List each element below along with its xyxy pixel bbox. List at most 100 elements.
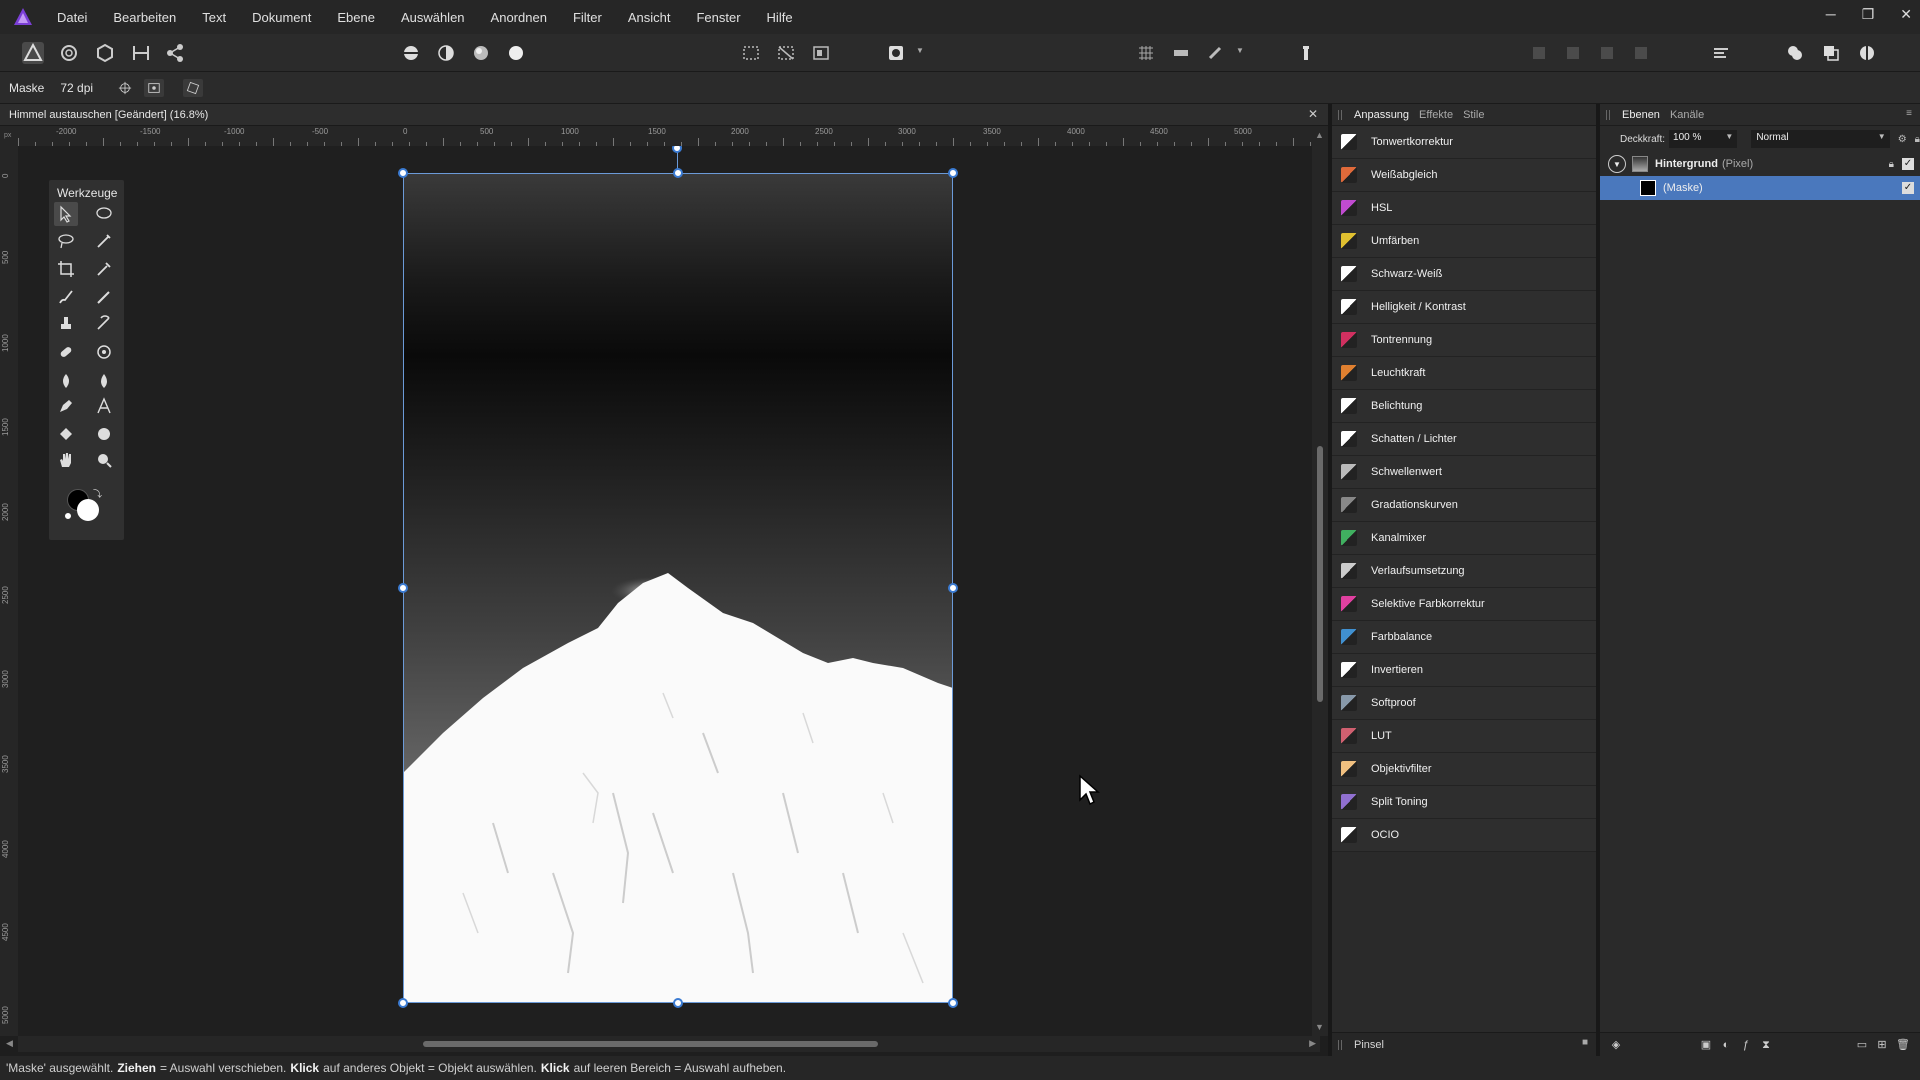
- transform-origin-icon[interactable]: [115, 79, 135, 97]
- blur-brush-tool-icon[interactable]: [92, 369, 116, 393]
- lock-icon[interactable]: 🔒︎: [1915, 134, 1920, 145]
- invert-selection-icon[interactable]: [775, 42, 797, 64]
- boolean-add-icon[interactable]: [1784, 42, 1806, 64]
- hand-tool-icon[interactable]: [54, 448, 78, 472]
- adjustment-item[interactable]: Softproof: [1332, 687, 1596, 720]
- expand-layer-icon[interactable]: ▼: [1608, 155, 1626, 173]
- tab-anpassung[interactable]: Anpassung: [1354, 109, 1409, 121]
- layer-row-selected[interactable]: (Maske) ✓: [1600, 176, 1920, 200]
- resize-handle-right[interactable]: [948, 583, 958, 593]
- auto-colors-icon[interactable]: [470, 42, 492, 64]
- menu-anordnen[interactable]: Anordnen: [491, 10, 547, 25]
- menu-filter[interactable]: Filter: [573, 10, 602, 25]
- arrange-front-icon[interactable]: [1630, 42, 1652, 64]
- resize-handle-bottom-left[interactable]: [398, 998, 408, 1008]
- add-pixel-layer-icon[interactable]: ⊞: [1876, 1039, 1888, 1051]
- resize-handle-bottom-right[interactable]: [948, 998, 958, 1008]
- group-layers-icon[interactable]: ▭: [1856, 1039, 1868, 1051]
- crop-tool-icon[interactable]: [54, 257, 78, 281]
- adjustment-item[interactable]: Gradationskurven: [1332, 489, 1596, 522]
- panel-grip-icon[interactable]: [1606, 110, 1610, 120]
- photo-persona-icon[interactable]: [22, 42, 44, 64]
- mask-layer-icon[interactable]: ▣: [1700, 1039, 1712, 1051]
- horizontal-scroll-thumb[interactable]: [423, 1041, 878, 1047]
- menu-bearbeiten[interactable]: Bearbeiten: [113, 10, 176, 25]
- panel-grip-icon[interactable]: [1338, 1040, 1342, 1050]
- brushes-panel-label[interactable]: Pinsel: [1354, 1039, 1384, 1051]
- quick-mask-dropdown-icon[interactable]: ▼: [916, 46, 924, 55]
- fill-tool-icon[interactable]: [54, 422, 78, 446]
- adjustment-item[interactable]: Schwellenwert: [1332, 456, 1596, 489]
- export-persona-icon[interactable]: [164, 42, 186, 64]
- adjustment-item[interactable]: Weißabgleich: [1332, 159, 1596, 192]
- adjustment-item[interactable]: Invertieren: [1332, 654, 1596, 687]
- adjustment-item[interactable]: Kanalmixer: [1332, 522, 1596, 555]
- delete-layer-icon[interactable]: 🗑︎: [1896, 1039, 1910, 1051]
- menu-text[interactable]: Text: [202, 10, 226, 25]
- auto-contrast-icon[interactable]: [435, 42, 457, 64]
- tab-effekte[interactable]: Effekte: [1419, 109, 1453, 121]
- tab-ebenen[interactable]: Ebenen: [1622, 109, 1660, 121]
- lasso-tool-icon[interactable]: [54, 229, 78, 253]
- opacity-field[interactable]: 100 % ▼: [1669, 130, 1738, 148]
- adjustment-item[interactable]: Schatten / Lichter: [1332, 423, 1596, 456]
- resize-handle-top-left[interactable]: [398, 168, 408, 178]
- secondary-color-swatch[interactable]: [77, 499, 99, 521]
- scroll-right-icon[interactable]: ▶: [1309, 1038, 1316, 1049]
- minimize-icon[interactable]: ─: [1826, 6, 1836, 23]
- adjustment-layer-icon[interactable]: ◐: [1720, 1039, 1732, 1051]
- paint-brush-tool-icon[interactable]: [54, 285, 78, 309]
- text-tool-icon[interactable]: [92, 394, 116, 418]
- marquee-select-icon[interactable]: [740, 42, 762, 64]
- scroll-up-icon[interactable]: ▲: [1315, 130, 1324, 140]
- adjustment-item[interactable]: Selektive Farbkorrektur: [1332, 588, 1596, 621]
- color-swatches[interactable]: ⤵: [63, 487, 109, 527]
- layer-lock-icon[interactable]: 🔒︎: [1889, 159, 1894, 170]
- adjustment-item[interactable]: Helligkeit / Kontrast: [1332, 291, 1596, 324]
- arrange-forward-icon[interactable]: [1596, 42, 1618, 64]
- adjustment-item[interactable]: Tonwertkorrektur: [1332, 126, 1596, 159]
- adjustment-item[interactable]: OCIO: [1332, 819, 1596, 852]
- menu-ebene[interactable]: Ebene: [337, 10, 375, 25]
- snapping-magnet-icon[interactable]: [1204, 42, 1226, 64]
- resize-handle-bottom[interactable]: [673, 998, 683, 1008]
- tone-mapping-persona-icon[interactable]: [130, 42, 152, 64]
- menu-fenster[interactable]: Fenster: [696, 10, 740, 25]
- swap-colors-icon[interactable]: ⤵: [93, 487, 102, 500]
- scroll-left-icon[interactable]: ◀: [6, 1038, 13, 1049]
- menu-ansicht[interactable]: Ansicht: [628, 10, 671, 25]
- close-document-icon[interactable]: ✕: [1308, 107, 1318, 121]
- menu-datei[interactable]: Datei: [57, 10, 87, 25]
- selection-brush-tool-icon[interactable]: [92, 202, 116, 226]
- menu-dokument[interactable]: Dokument: [252, 10, 311, 25]
- pen-tool-icon[interactable]: [54, 394, 78, 418]
- assistant-icon[interactable]: [1295, 42, 1317, 64]
- adjustment-item[interactable]: HSL: [1332, 192, 1596, 225]
- rotate-object-icon[interactable]: [183, 79, 203, 97]
- snapping-grid-icon[interactable]: [1135, 42, 1157, 64]
- clone-brush-tool-icon[interactable]: [54, 311, 78, 335]
- color-picker-tool-icon[interactable]: [92, 257, 116, 281]
- reset-colors-icon[interactable]: [64, 512, 72, 520]
- menu-hilfe[interactable]: Hilfe: [767, 10, 793, 25]
- horizontal-scrollbar[interactable]: ◀ ▶: [6, 1036, 1320, 1052]
- align-icon[interactable]: [1170, 42, 1192, 64]
- adjustment-item[interactable]: Tontrennung: [1332, 324, 1596, 357]
- adjustment-item[interactable]: Objektivfilter: [1332, 753, 1596, 786]
- pixel-brush-tool-icon[interactable]: [92, 285, 116, 309]
- layer-visibility-checkbox[interactable]: ✓: [1902, 158, 1914, 170]
- panel-menu-icon[interactable]: ≡: [1906, 108, 1912, 119]
- adjustment-item[interactable]: Leuchtkraft: [1332, 357, 1596, 390]
- refine-selection-icon[interactable]: [810, 42, 832, 64]
- snapping-dropdown-icon[interactable]: ▼: [1236, 46, 1244, 55]
- canvas[interactable]: [18, 146, 1320, 1036]
- undo-brush-tool-icon[interactable]: [92, 311, 116, 335]
- arrange-backward-icon[interactable]: [1562, 42, 1584, 64]
- blend-mode-select[interactable]: Normal ▼: [1751, 130, 1890, 148]
- zoom-tool-icon[interactable]: [92, 448, 116, 472]
- resize-handle-top[interactable]: [673, 168, 683, 178]
- resize-handle-top-right[interactable]: [948, 168, 958, 178]
- liquify-persona-icon[interactable]: [58, 42, 80, 64]
- adjustment-item[interactable]: Schwarz-Weiß: [1332, 258, 1596, 291]
- move-tool-icon[interactable]: [54, 202, 78, 226]
